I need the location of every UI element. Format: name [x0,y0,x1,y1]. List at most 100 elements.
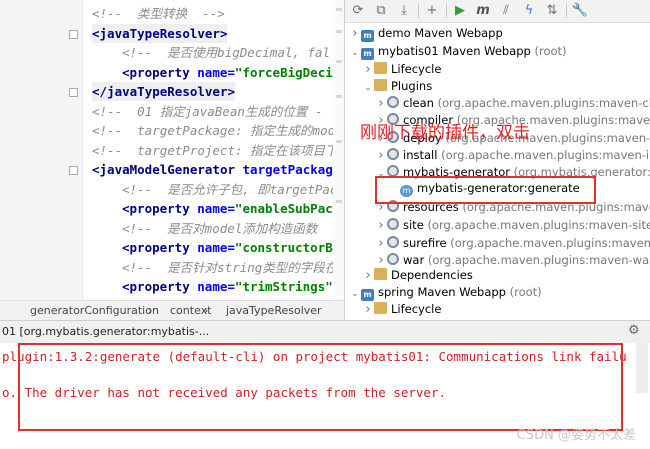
add-icon[interactable]: ⧉ [372,2,390,20]
xml-bracket: < [122,279,130,294]
tree-node-label: Lifecycle [391,62,442,76]
folder-icon [374,302,387,314]
plugin-gear-icon [387,236,399,248]
fold-marker-icon[interactable] [69,166,78,175]
annotation-text: 刚刚下载的插件，双击 [360,123,530,143]
maven-goal-icon[interactable]: m [474,2,492,20]
tree-node-detail: (org.apache.maven.plugins:maven-war-plug [427,253,650,267]
xml-eq: = [227,201,235,216]
run-icon[interactable]: ▶ [451,2,469,20]
breadcrumb: generatorConfiguration › context › javaTypeR… [0,300,344,321]
chevron-down-icon[interactable]: ⌄ [349,44,361,62]
code-editor[interactable]: <!-- 类型转换 --> <javaTypeResolver> <!-- 是否使用… [0,0,344,300]
tree-node[interactable]: › m demo Maven Webapp [349,24,503,42]
tree-node[interactable]: › Lifecycle [362,60,441,78]
xml-value: "trimStrings" [234,279,341,294]
code-line[interactable]: <!-- targetPackage: 指定生成的mod [92,121,335,140]
code-line[interactable]: <!-- 是否针对string类型的字段在 [122,258,337,277]
code-line[interactable]: <property name="forceBigDecim [122,63,340,82]
xml-tag: property [129,240,190,255]
scroll-marker [336,60,342,63]
tree-node-detail: (org.apache.maven.plugins:maven-clean-p [437,96,650,110]
xml-comment: <!-- 是否针对string类型的字段在 [122,259,338,275]
toggle-offline-icon[interactable]: ⫽ [497,2,515,20]
code-line[interactable]: <javaModelGenerator targetPackage [92,160,340,179]
wrench-icon[interactable]: 🔧 [571,2,589,20]
console-scrollbar[interactable] [636,343,648,393]
code-line[interactable]: <javaTypeResolver> [92,23,228,43]
fold-marker-icon[interactable] [69,29,78,39]
xml-eq: = [227,64,235,80]
lightning-icon[interactable]: ϟ [520,2,538,20]
tree-node-label: spring Maven Webapp [378,285,506,299]
chevron-right-icon[interactable]: › [375,217,387,235]
code-line[interactable]: <property name="constructorBa [122,238,340,257]
maven-project-icon: m [361,48,374,60]
xml-value: "constructorBa [234,240,341,255]
xml-attr: name [197,201,228,216]
xml-bracket: > [219,25,228,41]
settings-gear-icon[interactable]: ⚙ [628,323,640,338]
tree-node-detail: (org.apache.maven.plugins:maven-install- [441,148,650,162]
tree-node[interactable]: ⌄ m mybatis01 Maven Webapp (root) [349,42,567,60]
xml-tag: property [129,64,190,80]
xml-bracket: < [122,201,130,216]
scroll-marker [336,30,342,33]
breadcrumb-separator: › [148,304,153,317]
chevron-right-icon[interactable]: › [349,25,361,43]
code-line[interactable]: <!-- 是否对model添加构造函数 [122,219,317,238]
add-plus-icon[interactable]: + [423,2,441,20]
tree-node[interactable]: ⌄ Plugins [362,77,432,95]
folder-icon [374,62,387,74]
code-line[interactable]: <property name="enableSubPack [122,199,340,218]
breadcrumb-item[interactable]: javaTypeResolver [226,304,322,317]
tree-node[interactable]: › Lifecycle [362,300,441,318]
refresh-icon[interactable]: ⟳ [349,2,367,20]
xml-bracket: < [122,240,130,255]
code-line[interactable]: <property name="trimStrings" [122,277,340,296]
xml-tag: property [129,279,190,294]
xml-tag: property [129,201,190,216]
scroll-marker [336,140,342,143]
code-line[interactable]: </javaTypeResolver> [92,82,236,101]
xml-tag: javaModelGenerator [99,162,235,177]
scroll-marker [336,95,342,98]
tree-node-detail: (root) [509,285,542,299]
highlight-box-generate-goal [375,176,596,204]
editor-gutter [0,0,83,300]
xml-bracket: < [92,162,100,177]
xml-bracket: > [227,84,236,99]
code-line[interactable]: <!-- 是否使用bigDecimal, fal [122,43,330,62]
tree-node[interactable]: › site (org.apache.maven.plugins:maven-si… [375,216,650,234]
tree-node[interactable]: › install (org.apache.maven.plugins:maven… [375,146,650,164]
fold-marker-icon[interactable] [69,88,78,97]
chevron-down-icon[interactable]: ⌄ [362,79,374,97]
highlight-box-error [18,343,623,431]
xml-value: "enableSubPack [234,201,341,216]
download-icon[interactable]: ⤓ [395,2,413,20]
chevron-down-icon[interactable]: ⌄ [349,285,361,303]
code-line[interactable]: <!-- targetProject: 指定在该项目下 [92,141,338,160]
plugin-gear-icon [387,148,399,160]
code-line[interactable]: <!-- 是否允许子包, 即targetPack [122,180,344,199]
breadcrumb-item[interactable]: generatorConfiguration [30,304,159,317]
code-area[interactable]: <!-- 类型转换 --> <javaTypeResolver> <!-- 是否使用… [92,0,344,300]
collapse-icon[interactable]: ⇅ [543,2,561,20]
tree-node-detail: (root) [534,44,567,58]
xml-comment: <!-- 类型转换 --> [92,6,225,21]
xml-bracket: < [92,25,100,41]
xml-eq: = [227,240,235,255]
code-line[interactable]: <!-- 01 指定javaBean生成的位置 - [92,102,323,121]
tree-node-label: war [403,253,425,267]
scroll-marker [336,200,342,203]
code-line[interactable]: <!-- 类型转换 --> [92,4,225,23]
tree-node[interactable]: › clean (org.apache.maven.plugins:maven-c… [375,94,650,112]
maven-project-icon: m [361,30,374,42]
tree-node[interactable]: ⌄ m spring Maven Webapp (root) [349,283,542,301]
run-tab-title[interactable]: 01 [org.mybatis.generator:mybatis-... [2,325,209,338]
editor-scrollbar[interactable] [333,0,344,300]
chevron-right-icon[interactable]: › [362,301,374,319]
tree-node[interactable]: › Dependencies [362,266,473,284]
tree-node[interactable]: › surefire (org.apache.maven.plugins:mave… [375,234,650,252]
